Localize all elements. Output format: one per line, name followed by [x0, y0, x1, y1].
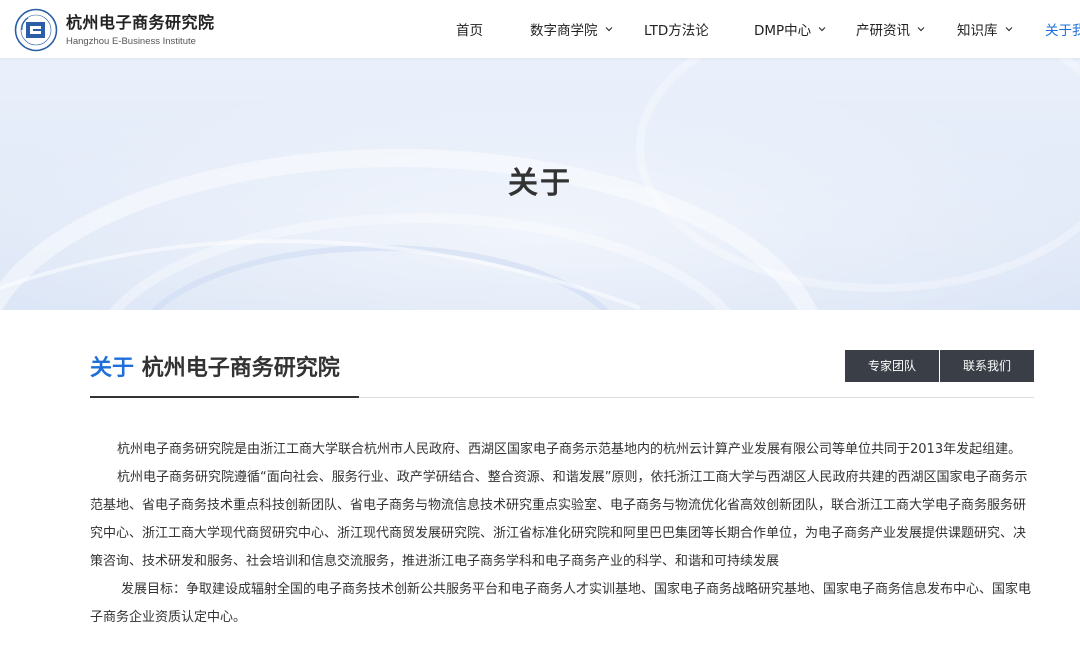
nav-item-label: 产研资讯 — [856, 23, 910, 39]
nav-item-label: 知识库 — [957, 23, 998, 39]
chevron-down-icon — [1005, 27, 1012, 32]
intro-paragraph: 杭州电子商务研究院是由浙江工商大学联合杭州市人民政府、西湖区国家电子商务示范基地… — [117, 442, 1022, 457]
nav-item-knowledge-base[interactable]: 知识库 — [957, 19, 1045, 39]
section-title-underline — [90, 396, 359, 398]
chevron-down-icon — [818, 27, 826, 32]
nav-item-home[interactable]: 首页 — [456, 19, 530, 39]
page-banner: 关于 — [0, 58, 1080, 310]
about-content: 杭州电子商务研究院是由浙江工商大学联合杭州市人民政府、西湖区国家电子商务示范基地… — [90, 436, 1034, 632]
site-name-cn: 杭州电子商务研究院 — [66, 12, 215, 32]
nav-item-about-us[interactable]: 关于我 — [1045, 19, 1080, 39]
site-name-en: Hangzhou E-Business Institute — [66, 35, 196, 47]
section-button-group: 专家团队 联系我们 — [844, 350, 1034, 382]
main-nav: 首页 数字商学院 LTD方法论 DMP中心 产研资讯 知识库 关于我 — [456, 0, 1080, 58]
expert-team-button[interactable]: 专家团队 — [845, 350, 939, 382]
nav-item-label: 关于我 — [1045, 23, 1080, 39]
section-divider — [359, 397, 1034, 398]
chevron-down-icon — [605, 27, 612, 32]
section-title: 关于 杭州电子商务研究院 — [90, 350, 340, 382]
section-title-name: 杭州电子商务研究院 — [141, 356, 340, 381]
nav-item-label: 数字商学院 — [530, 23, 598, 39]
nav-item-dmp-center[interactable]: DMP中心 — [754, 19, 856, 39]
nav-item-research-news[interactable]: 产研资讯 — [856, 19, 957, 39]
chevron-down-icon — [917, 27, 925, 32]
section-header: 关于 杭州电子商务研究院 专家团队 联系我们 — [90, 340, 1034, 398]
nav-item-label: 首页 — [456, 23, 483, 39]
site-logo[interactable]: 杭州电子商务研究院 Hangzhou E-Business Institute — [14, 8, 215, 52]
nav-item-digital-business-school[interactable]: 数字商学院 — [530, 19, 644, 39]
goal-paragraph: 发展目标：争取建设成辐射全国的电子商务技术创新公共服务平台和电子商务人才实训基地… — [90, 582, 1032, 625]
nav-item-ltd-methodology[interactable]: LTD方法论 — [644, 19, 754, 39]
nav-item-label: DMP中心 — [754, 23, 812, 39]
nav-item-label: LTD方法论 — [644, 23, 709, 39]
contact-us-button[interactable]: 联系我们 — [940, 350, 1034, 382]
section-title-accent: 关于 — [90, 356, 135, 381]
principle-paragraph: 杭州电子商务研究院遵循“面向社会、服务行业、政产学研结合、整合资源、和谐发展”原… — [90, 470, 1028, 569]
banner-title: 关于 — [508, 166, 572, 201]
site-header: 杭州电子商务研究院 Hangzhou E-Business Institute … — [0, 0, 1080, 58]
logo-emblem-icon — [14, 8, 58, 52]
